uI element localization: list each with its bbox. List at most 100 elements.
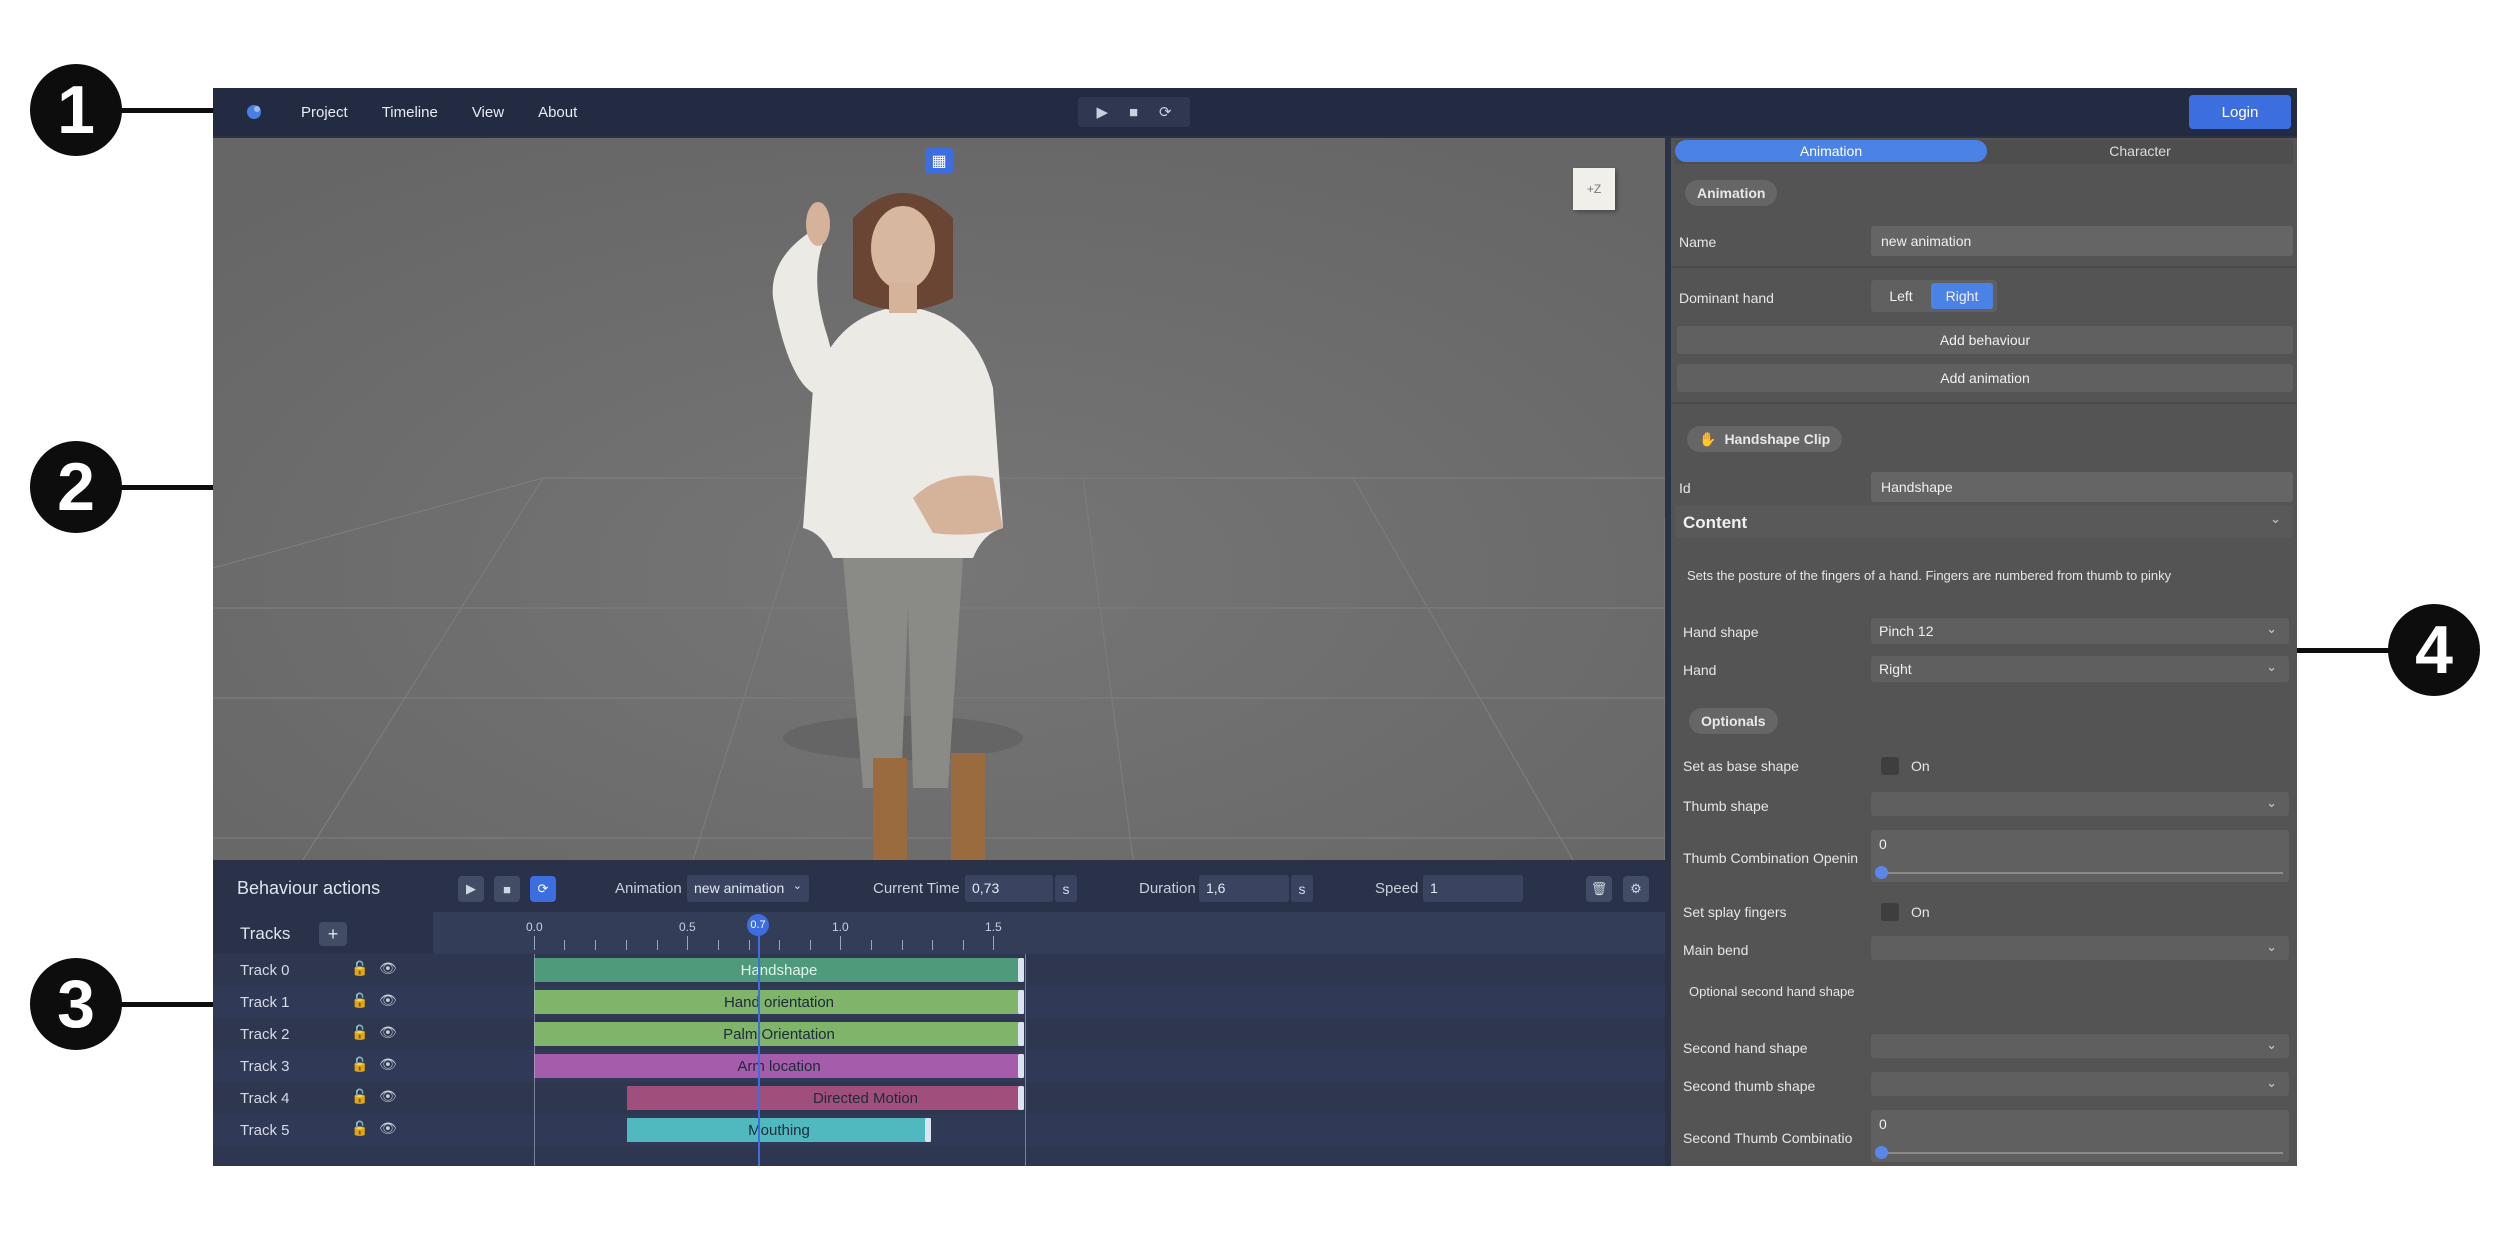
timeline-loop-icon[interactable]: ⟳ [530,876,556,902]
track-clip[interactable]: Handshape [534,958,1024,982]
divider [1671,266,2297,268]
speed-label: Speed [1375,880,1419,897]
handshape-clip-label: Handshape Clip [1724,431,1831,447]
duration-input[interactable]: 1,6 [1199,875,1289,902]
current-time-label: Current Time [873,880,960,897]
clip-handle[interactable] [1018,1086,1024,1110]
menu-timeline[interactable]: Timeline [382,104,438,121]
trash-icon[interactable]: 🗑 [1586,876,1612,902]
track-clip[interactable]: Directed Motion [627,1086,1024,1110]
playhead-line [758,936,760,1166]
splay-fingers-checkbox[interactable] [1881,903,1899,921]
second-thumb-combination-slider[interactable]: 0 [1871,1110,2289,1162]
eye-icon[interactable]: 👁 [379,1024,397,1041]
chevron-down-icon: ⌄ [2266,621,2277,636]
slider-knob[interactable] [1875,866,1888,879]
hand-select[interactable]: Right ⌄ [1871,656,2289,682]
chevron-down-icon: ⌄ [792,880,802,892]
loop-icon[interactable]: ⟳ [1159,103,1172,121]
track-row: Track 2 🔓 👁 Palm Orientation [213,1018,1665,1050]
menu-about[interactable]: About [538,104,577,121]
add-behaviour-button[interactable]: Add behaviour [1677,326,2293,354]
callout-1: 1 [30,64,122,156]
track-name: Track 4 [240,1090,290,1107]
track-clip[interactable]: Mouthing [627,1118,931,1142]
settings-gear-icon[interactable]: ⚙ [1623,876,1649,902]
lock-icon[interactable]: 🔓 [351,1056,368,1073]
base-shape-label: Set as base shape [1683,758,1799,774]
play-icon[interactable]: ▶ [1096,103,1108,121]
ruler-tick [595,940,596,950]
timeline-play-icon[interactable]: ▶ [458,876,484,902]
ruler-tick [840,936,841,950]
3d-viewport[interactable]: ▦ +Z [213,138,1665,860]
track-name: Track 0 [240,962,290,979]
lock-icon[interactable]: 🔓 [351,1024,368,1041]
slider-knob[interactable] [1875,1146,1888,1159]
track-clip[interactable]: Hand orientation [534,990,1024,1014]
lock-icon[interactable]: 🔓 [351,992,368,1009]
base-shape-checkbox[interactable] [1881,757,1899,775]
track-clip[interactable]: Palm Orientation [534,1022,1024,1046]
ruler-tick [687,936,688,950]
lock-icon[interactable]: 🔓 [351,1120,368,1137]
main-bend-select[interactable]: ⌄ [1871,936,2289,960]
hand-shape-select[interactable]: Pinch 12 ⌄ [1871,618,2289,644]
content-description: Sets the posture of the fingers of a han… [1687,568,2172,583]
callout-3: 3 [30,958,122,1050]
behaviour-actions-panel: Behaviour actions ▶ ■ ⟳ Animation new an… [213,864,1665,1166]
clip-handle[interactable] [1018,958,1024,982]
main-menu: Project Timeline View About [301,88,577,136]
splay-fingers-on-label: On [1911,904,1930,920]
callout-4: 4 [2388,604,2480,696]
content-section[interactable]: Content ⌄ [1675,506,2293,538]
clip-handle[interactable] [1018,990,1024,1014]
axis-gizmo[interactable]: +Z [1573,168,1615,210]
second-hand-shape-select[interactable]: ⌄ [1871,1034,2289,1058]
tab-animation[interactable]: Animation [1675,140,1987,162]
time-ruler[interactable]: 0.0 0.5 1.0 1.5 0.7 [433,912,1665,954]
thumb-shape-select[interactable]: ⌄ [1871,792,2289,816]
clip-handle[interactable] [925,1118,931,1142]
thumb-combination-slider[interactable]: 0 [1871,830,2289,882]
eye-icon[interactable]: 👁 [379,960,397,977]
speed-input[interactable]: 1 [1423,875,1523,902]
main-bend-label: Main bend [1683,942,1749,958]
add-animation-button[interactable]: Add animation [1677,364,2293,392]
clip-handle[interactable] [1018,1054,1024,1078]
animation-select[interactable]: new animation ⌄ [687,875,809,902]
tracks-header: Tracks + 0.0 0.5 1.0 1.5 0.7 [213,912,1665,954]
eye-icon[interactable]: 👁 [379,992,397,1009]
login-button[interactable]: Login [2189,95,2291,129]
eye-icon[interactable]: 👁 [379,1088,397,1105]
tab-character[interactable]: Character [1987,140,2293,162]
chevron-down-icon: ⌄ [2266,795,2277,810]
handshape-clip-badge: ✋ Handshape Clip [1687,426,1843,452]
current-time-input[interactable]: 0,73 [965,875,1053,902]
playhead-marker[interactable]: 0.7 [747,914,769,936]
panel-tabs: Animation Character [1675,140,2293,164]
grid-toggle-icon[interactable]: ▦ [925,148,953,174]
clip-handle[interactable] [1018,1022,1024,1046]
timeline-stop-icon[interactable]: ■ [494,876,520,902]
second-thumb-shape-select[interactable]: ⌄ [1871,1072,2289,1096]
thumb-shape-label: Thumb shape [1683,798,1769,814]
dominant-hand-left[interactable]: Left [1875,283,1927,309]
id-input[interactable]: Handshape [1871,472,2293,502]
menu-view[interactable]: View [472,104,504,121]
eye-icon[interactable]: 👁 [379,1056,397,1073]
eye-icon[interactable]: 👁 [379,1120,397,1137]
lock-icon[interactable]: 🔓 [351,960,368,977]
stop-icon[interactable]: ■ [1129,104,1138,121]
name-input[interactable]: new animation [1871,226,2293,256]
chevron-down-icon: ⌄ [2266,659,2277,674]
behaviour-title: Behaviour actions [237,878,381,898]
ruler-tick [963,940,964,950]
lock-icon[interactable]: 🔓 [351,1088,368,1105]
add-track-button[interactable]: + [319,922,347,946]
second-thumb-combination-label: Second Thumb Combinatio [1683,1130,1853,1146]
menu-project[interactable]: Project [301,104,348,121]
callout-2: 2 [30,441,122,533]
dominant-hand-right[interactable]: Right [1931,283,1993,309]
track-clip[interactable]: Arm location [534,1054,1024,1078]
